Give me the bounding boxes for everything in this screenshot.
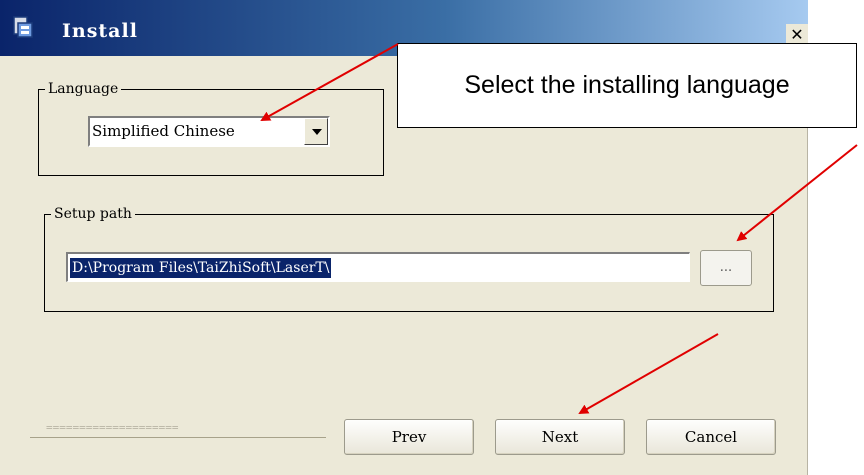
separator-line bbox=[30, 437, 326, 438]
window-title: Install bbox=[62, 20, 138, 42]
chevron-down-icon[interactable] bbox=[304, 118, 328, 145]
language-group-label: Language bbox=[45, 80, 122, 98]
setup-path-group-label: Setup path bbox=[51, 205, 135, 223]
close-icon: ✕ bbox=[790, 25, 804, 44]
setup-path-input[interactable]: D:\Program Files\TaiZhiSoft\LaserT\ bbox=[66, 252, 690, 282]
setup-path-value: D:\Program Files\TaiZhiSoft\LaserT\ bbox=[70, 258, 332, 278]
prev-button[interactable]: Prev bbox=[344, 419, 474, 455]
next-button[interactable]: Next bbox=[495, 419, 625, 455]
language-select[interactable]: Simplified Chinese bbox=[88, 116, 330, 147]
browse-button[interactable]: ... bbox=[700, 250, 752, 286]
cancel-button[interactable]: Cancel bbox=[646, 419, 776, 455]
installer-icon bbox=[13, 16, 33, 38]
language-select-value: Simplified Chinese bbox=[92, 122, 235, 140]
annotation-callout: Select the installing language bbox=[397, 43, 857, 128]
progress-indicator: ==================== bbox=[46, 421, 179, 434]
